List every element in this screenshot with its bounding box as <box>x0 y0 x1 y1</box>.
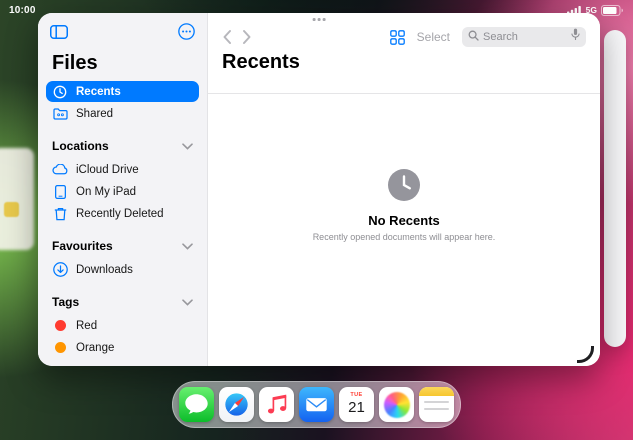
dock-mail-icon[interactable] <box>299 387 334 422</box>
sidebar-item-label: On My iPad <box>76 186 136 198</box>
chevron-down-icon[interactable] <box>182 293 193 311</box>
sidebar-item-tag-orange[interactable]: Orange <box>46 337 199 358</box>
dock-notes-icon[interactable] <box>419 387 454 422</box>
section-header-label: Tags <box>52 295 79 309</box>
back-button[interactable] <box>222 29 232 45</box>
empty-state-title: No Recents <box>368 213 440 228</box>
section-header-label: Favourites <box>52 239 113 253</box>
sidebar-item-label: Recently Deleted <box>76 208 164 220</box>
cloud-icon <box>52 164 68 175</box>
divider <box>208 93 600 94</box>
orange-tag-dot-icon <box>52 342 68 353</box>
background-window[interactable] <box>604 30 626 347</box>
window-resize-handle[interactable] <box>577 346 594 363</box>
battery-icon <box>601 5 624 16</box>
download-circle-icon <box>52 262 68 277</box>
sidebar-item-label: Shared <box>76 108 113 120</box>
sidebar-item-recently-deleted[interactable]: Recently Deleted <box>46 203 199 224</box>
trash-icon <box>52 207 68 221</box>
clock-icon <box>52 85 68 99</box>
sidebar-section-favourites: Favourites <box>52 237 193 255</box>
files-content: Select Recents No Recent <box>208 13 600 366</box>
dock: TUE 21 <box>172 381 461 428</box>
content-toolbar: Select <box>208 25 600 49</box>
sidebar-section-locations: Locations <box>52 137 193 155</box>
status-time: 10:00 <box>9 5 36 16</box>
search-field[interactable] <box>462 27 586 47</box>
empty-state-subtitle: Recently opened documents will appear he… <box>313 232 496 242</box>
notes-yellow-bar <box>419 387 454 396</box>
sidebar-item-tag-red[interactable]: Red <box>46 315 199 336</box>
view-options-grid-icon[interactable] <box>390 30 405 45</box>
dock-safari-icon[interactable] <box>219 387 254 422</box>
more-options-button[interactable] <box>178 23 195 40</box>
forward-button[interactable] <box>242 29 252 45</box>
notes-line <box>424 408 449 410</box>
sidebar-item-label: iCloud Drive <box>76 164 139 176</box>
empty-clock-icon <box>387 168 421 202</box>
ipad-icon <box>52 185 68 199</box>
red-tag-dot-icon <box>52 320 68 331</box>
select-button[interactable]: Select <box>417 30 450 44</box>
calendar-weekday: TUE <box>350 392 362 398</box>
chevron-down-icon[interactable] <box>182 237 193 255</box>
page-title: Recents <box>222 51 300 74</box>
sidebar-title: Files <box>52 52 193 75</box>
search-icon <box>468 28 479 46</box>
search-input[interactable] <box>483 31 567 43</box>
toggle-sidebar-button[interactable] <box>50 25 68 39</box>
photos-flower-icon <box>384 392 410 418</box>
window-drag-handle[interactable] <box>313 18 326 21</box>
sidebar-item-downloads[interactable]: Downloads <box>46 259 199 280</box>
sidebar-item-label: Red <box>76 320 97 332</box>
dock-music-icon[interactable] <box>259 387 294 422</box>
sidebar-item-on-my-ipad[interactable]: On My iPad <box>46 181 199 202</box>
shared-folder-icon <box>52 108 68 120</box>
ipad-screen: 10:00 5G <box>0 0 633 440</box>
sidebar-section-tags: Tags <box>52 293 193 311</box>
chevron-down-icon[interactable] <box>182 137 193 155</box>
files-window: Files Recents Shared Locations <box>38 13 600 366</box>
sidebar-item-label: Recents <box>76 86 121 98</box>
notes-line <box>424 401 449 403</box>
section-header-label: Locations <box>52 139 109 153</box>
dock-photos-icon[interactable] <box>379 387 414 422</box>
calendar-day: 21 <box>348 399 365 416</box>
sidebar-item-recents[interactable]: Recents <box>46 81 199 102</box>
dock-calendar-icon[interactable]: TUE 21 <box>339 387 374 422</box>
sidebar-item-label: Orange <box>76 342 114 354</box>
wallpaper-object <box>0 148 34 250</box>
wallpaper-cube <box>4 202 19 217</box>
files-sidebar: Files Recents Shared Locations <box>38 13 208 366</box>
empty-state: No Recents Recently opened documents wil… <box>208 168 600 242</box>
microphone-icon[interactable] <box>571 28 580 46</box>
dock-messages-icon[interactable] <box>179 387 214 422</box>
sidebar-item-icloud-drive[interactable]: iCloud Drive <box>46 159 199 180</box>
sidebar-item-label: Downloads <box>76 264 133 276</box>
sidebar-item-shared[interactable]: Shared <box>46 103 199 124</box>
